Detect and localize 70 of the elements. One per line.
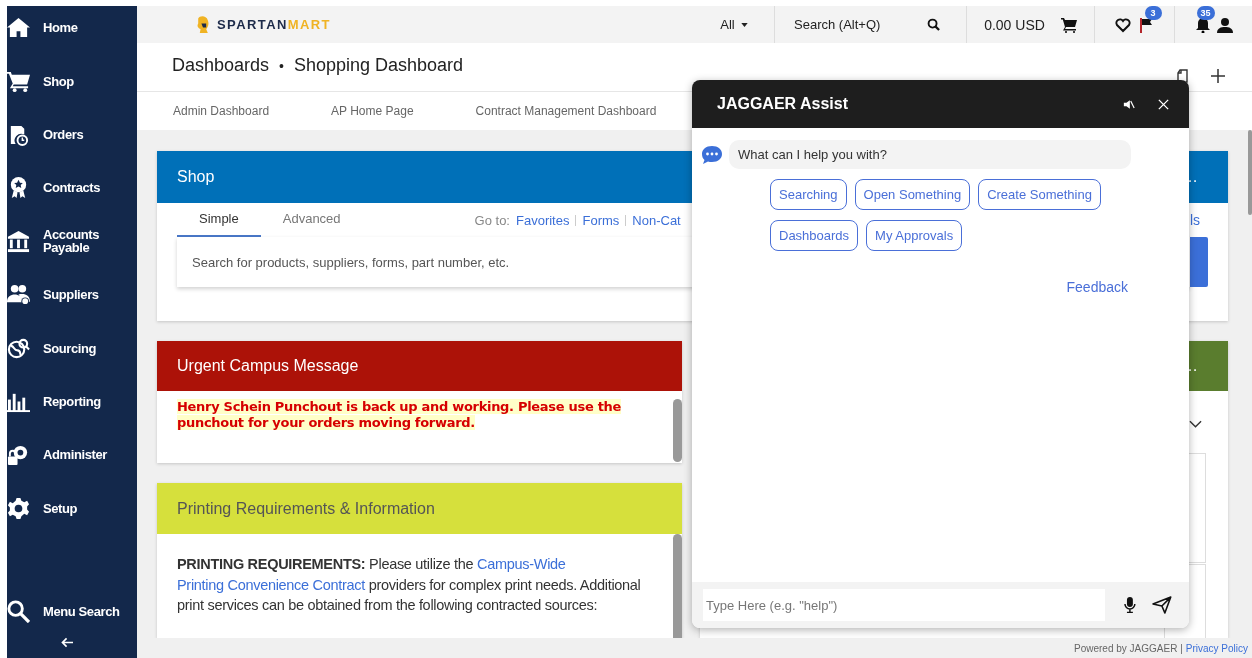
message-field[interactable]: Type Here (e.g. "help") xyxy=(703,589,1106,621)
goto-link[interactable]: Favorites xyxy=(516,212,570,228)
sidebar-item[interactable]: Orders xyxy=(7,107,137,162)
search-field[interactable]: Search (Alt+Q) xyxy=(794,17,914,32)
sidebar-item[interactable]: Accounts Payable xyxy=(7,214,137,268)
menu-search-button[interactable]: Menu Search xyxy=(7,591,137,631)
dashboard-tab[interactable]: Contract Management Dashboard xyxy=(475,104,657,118)
chat-bubble-icon xyxy=(701,144,723,165)
flag-icon[interactable] xyxy=(1138,16,1155,33)
goto-link[interactable]: Forms xyxy=(582,212,620,228)
goto-label: Go to: xyxy=(474,212,510,228)
logo[interactable]: SPARTANMART xyxy=(195,14,331,35)
sidebar-item[interactable]: Reporting xyxy=(7,374,137,429)
cart-total[interactable]: 0.00 USD xyxy=(984,16,1045,33)
widget-title: Shop xyxy=(177,168,215,186)
breadcrumb-item[interactable]: Dashboards xyxy=(172,55,270,76)
bot-message: What can I help you with? xyxy=(729,140,1131,169)
powered-by-text: Powered by JAGGAER | xyxy=(1074,642,1183,654)
sidebar-item[interactable]: Suppliers xyxy=(7,267,137,322)
cart-icon xyxy=(7,69,30,93)
heart-icon[interactable] xyxy=(1114,16,1131,33)
chevron-down-icon[interactable] xyxy=(1189,420,1202,428)
quick-reply-button[interactable]: Open Something xyxy=(854,179,971,210)
add-icon[interactable] xyxy=(1210,68,1226,84)
quick-reply-button[interactable]: Dashboards xyxy=(770,220,859,251)
dashboard-tab[interactable]: AP Home Page xyxy=(331,104,414,118)
scrollbar[interactable] xyxy=(673,399,682,462)
count-badge: 3 xyxy=(1144,5,1162,20)
sidebar-item[interactable]: Sourcing xyxy=(7,321,137,375)
dashboard-tab[interactable]: Admin Dashboard xyxy=(173,104,270,118)
breadcrumb-separator: • xyxy=(279,57,284,74)
globe-icon xyxy=(7,336,30,360)
sidebar-item[interactable]: Contracts xyxy=(7,161,137,215)
widget-title: Printing Requirements & Information xyxy=(177,499,435,518)
cart-icon[interactable] xyxy=(1060,16,1077,33)
caret-icon xyxy=(740,22,748,27)
printing-paragraph: PRINTING REQUIREMENTS: Please utilize the Campus-Wide Printing Convenience Contract providers for complex print needs. Additional print services can be obtained from the following contracted sources: xyxy=(177,555,642,615)
breadcrumb-item[interactable]: Shopping Dashboard xyxy=(293,55,464,76)
privacy-link[interactable]: Privacy Policy xyxy=(1185,642,1248,654)
scope-dropdown[interactable]: All xyxy=(694,6,774,43)
bell-icon[interactable] xyxy=(1194,16,1211,33)
search-icon[interactable] xyxy=(927,18,940,31)
scrollbar[interactable] xyxy=(673,534,682,638)
helmet-icon xyxy=(195,14,211,35)
widget-title: Urgent Campus Message xyxy=(177,357,359,375)
mute-icon[interactable] xyxy=(1123,97,1135,111)
sidebar-item[interactable]: Setup xyxy=(7,481,137,535)
scrollbar[interactable] xyxy=(1248,130,1252,215)
quick-reply-button[interactable]: Create Something xyxy=(978,179,1101,210)
bank-icon xyxy=(7,229,30,253)
close-icon[interactable] xyxy=(1157,97,1170,111)
user-icon[interactable] xyxy=(1216,16,1233,33)
chat-title: JAGGAER Assist xyxy=(717,95,848,113)
sidebar-item[interactable]: Shop xyxy=(7,54,137,108)
search-mode-tab[interactable]: Advanced xyxy=(260,203,363,237)
sidebar-item[interactable]: Administer xyxy=(7,428,137,482)
sidebar-item[interactable]: Home xyxy=(7,1,137,55)
contract-link[interactable]: Campus-Wide xyxy=(477,556,566,572)
send-icon[interactable] xyxy=(1152,596,1172,614)
contract-link[interactable]: Printing Convenience Contract xyxy=(177,576,365,593)
quick-reply-button[interactable]: Searching xyxy=(770,179,847,210)
quick-reply-button[interactable]: My Approvals xyxy=(866,220,963,251)
count-badge: 35 xyxy=(1196,5,1215,20)
collapse-arrow-icon[interactable] xyxy=(61,637,74,648)
search-icon xyxy=(7,599,30,623)
goto-link[interactable]: Non-Cat xyxy=(632,212,681,228)
link[interactable]: ls xyxy=(1189,212,1200,228)
home-icon xyxy=(7,16,30,40)
urgent-message: Henry Schein Punchout is back up and working. Please use the punchout for your orders moving forward. xyxy=(177,399,623,431)
copy-icon[interactable] xyxy=(1175,68,1191,84)
